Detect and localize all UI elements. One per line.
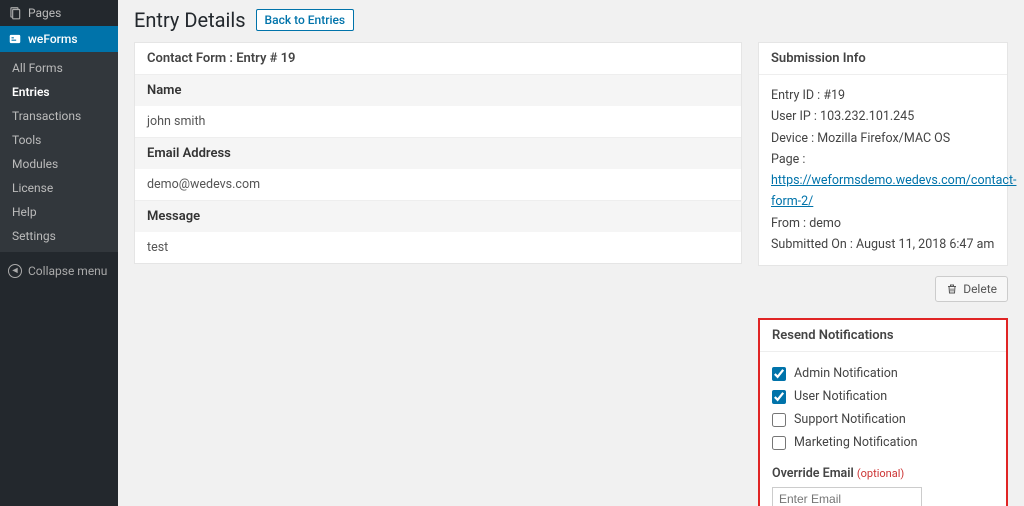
- notification-marketing-checkbox[interactable]: [772, 436, 786, 450]
- notification-support[interactable]: Support Notification: [772, 408, 994, 431]
- field-value-name: john smith: [135, 106, 741, 137]
- sidebar-sub-allforms[interactable]: All Forms: [0, 56, 118, 80]
- delete-button[interactable]: Delete: [935, 276, 1008, 302]
- entry-panel: Contact Form : Entry # 19 Name john smit…: [134, 42, 742, 264]
- collapse-icon: ◄: [8, 264, 22, 278]
- page-header: Entry Details Back to Entries: [134, 8, 1008, 32]
- notification-user[interactable]: User Notification: [772, 385, 994, 408]
- resend-notifications-panel: Resend Notifications Admin Notification …: [758, 318, 1008, 506]
- sidebar-sub-tools[interactable]: Tools: [0, 128, 118, 152]
- page-title: Entry Details: [134, 8, 246, 32]
- field-value-email: demo@wedevs.com: [135, 169, 741, 200]
- notification-marketing[interactable]: Marketing Notification: [772, 431, 994, 454]
- back-to-entries-button[interactable]: Back to Entries: [256, 9, 355, 31]
- submission-device: Device : Mozilla Firefox/MAC OS: [771, 128, 995, 149]
- field-label-email: Email Address: [135, 137, 741, 169]
- sidebar-sub-modules[interactable]: Modules: [0, 152, 118, 176]
- sidebar-sub-license[interactable]: License: [0, 176, 118, 200]
- notification-user-checkbox[interactable]: [772, 390, 786, 404]
- submission-entry-id: Entry ID : #19: [771, 85, 995, 106]
- field-value-message: test: [135, 232, 741, 263]
- sidebar-item-pages[interactable]: Pages: [0, 0, 118, 26]
- submission-page: Page : https://weformsdemo.wedevs.com/co…: [771, 149, 995, 213]
- submission-user-ip: User IP : 103.232.101.245: [771, 106, 995, 127]
- notification-support-checkbox[interactable]: [772, 413, 786, 427]
- sidebar-submenu: All Forms Entries Transactions Tools Mod…: [0, 52, 118, 252]
- submission-info-panel: Submission Info Entry ID : #19 User IP :…: [758, 42, 1008, 266]
- weforms-label: weForms: [28, 32, 78, 46]
- admin-sidebar: Pages weForms All Forms Entries Transact…: [0, 0, 118, 506]
- field-label-name: Name: [135, 75, 741, 106]
- notification-admin[interactable]: Admin Notification: [772, 362, 994, 385]
- field-label-message: Message: [135, 200, 741, 232]
- weforms-icon: [8, 32, 22, 46]
- submission-from: From : demo: [771, 213, 995, 234]
- submission-info-title: Submission Info: [759, 43, 1007, 75]
- pages-label: Pages: [28, 6, 61, 20]
- sidebar-sub-entries[interactable]: Entries: [0, 80, 118, 104]
- sidebar-sub-help[interactable]: Help: [0, 200, 118, 224]
- override-email-input[interactable]: [772, 487, 922, 506]
- submission-submitted: Submitted On : August 11, 2018 6:47 am: [771, 234, 995, 255]
- resend-notifications-title: Resend Notifications: [760, 320, 1006, 352]
- trash-icon: [946, 283, 958, 295]
- sidebar-sub-settings[interactable]: Settings: [0, 224, 118, 248]
- main-content: Entry Details Back to Entries Contact Fo…: [118, 0, 1024, 506]
- sidebar-item-weforms[interactable]: weForms: [0, 26, 118, 52]
- submission-page-link[interactable]: https://weformsdemo.wedevs.com/contact-f…: [771, 173, 1016, 209]
- override-email-label: Override Email (optional): [772, 466, 994, 481]
- collapse-menu[interactable]: ◄ Collapse menu: [0, 256, 118, 286]
- sidebar-sub-transactions[interactable]: Transactions: [0, 104, 118, 128]
- notification-admin-checkbox[interactable]: [772, 367, 786, 381]
- pages-icon: [8, 6, 22, 20]
- collapse-label: Collapse menu: [28, 264, 107, 278]
- entry-panel-title: Contact Form : Entry # 19: [135, 43, 741, 75]
